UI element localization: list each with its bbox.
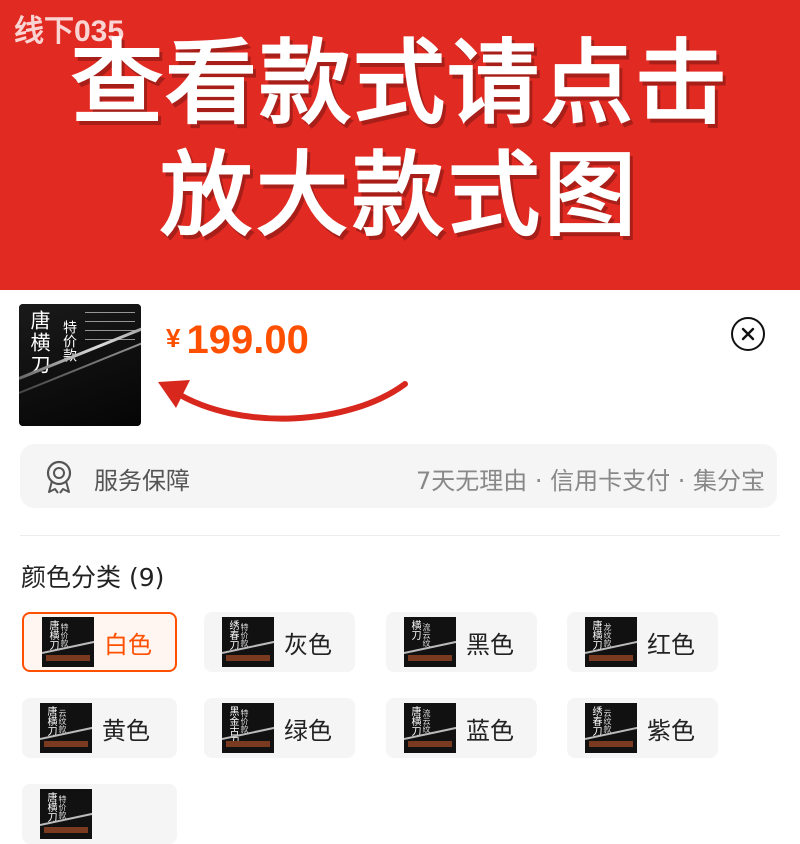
- option-thumb-subtitle: 流云纹: [422, 623, 431, 647]
- sword-image: 唐横刀 特价款: [19, 304, 141, 426]
- option-thumbnail: 黑金古刀 特价款: [222, 703, 274, 753]
- option-thumb-title: 唐横刀: [47, 620, 58, 650]
- service-label: 服务保障: [94, 467, 190, 495]
- option-thumb-title: 唐横刀: [45, 792, 56, 822]
- sword-stand: [589, 655, 633, 661]
- option-thumb-subtitle: 特价款: [240, 709, 249, 733]
- option-thumb-title: 唐横刀: [590, 620, 601, 650]
- option-thumbnail: 唐横刀 特价款: [42, 617, 94, 667]
- color-option[interactable]: 唐横刀 云纹款 黄色: [22, 698, 177, 758]
- option-thumb-subtitle: 特价款: [240, 623, 249, 647]
- color-option[interactable]: 绣春刀 特价款 灰色: [204, 612, 355, 672]
- currency-symbol: ¥: [166, 323, 181, 353]
- color-option[interactable]: 唐横刀 流云纹 蓝色: [386, 698, 537, 758]
- sword-stand: [44, 741, 88, 747]
- color-category-title: 颜色分类 (9): [21, 563, 165, 592]
- option-thumbnail: 唐横刀 龙纹款: [585, 617, 637, 667]
- option-label: 蓝色: [466, 716, 514, 745]
- option-label: 紫色: [647, 716, 695, 745]
- banner-line-2: 放大款式图: [159, 142, 640, 249]
- option-thumb-subtitle: 云纹款: [603, 709, 612, 733]
- price: ¥199.00: [166, 318, 309, 363]
- color-option[interactable]: 黑金古刀 特价款 绿色: [204, 698, 355, 758]
- option-thumb-title: 横刀: [409, 620, 420, 640]
- service-guarantee-row[interactable]: 服务保障 7天无理由 · 信用卡支付 · 集分宝: [20, 444, 777, 508]
- product-thumbnail[interactable]: 唐横刀 特价款: [19, 304, 141, 426]
- service-details: 7天无理由 · 信用卡支付 · 集分宝: [415, 467, 765, 495]
- option-label: 白色: [104, 630, 152, 659]
- option-thumb-title: 绣春刀: [590, 706, 601, 736]
- sword-stand: [226, 741, 270, 747]
- price-value: 199.00: [186, 318, 309, 362]
- option-thumb-title: 唐横刀: [45, 706, 56, 736]
- option-label: 红色: [647, 630, 695, 659]
- sword-stand: [46, 655, 90, 661]
- option-thumb-title: 绣春刀: [227, 620, 238, 650]
- option-thumbnail: 唐横刀 云纹款: [40, 703, 92, 753]
- pointer-arrow-icon: [158, 380, 408, 422]
- option-thumbnail: 绣春刀 云纹款: [585, 703, 637, 753]
- close-button[interactable]: [731, 317, 765, 351]
- sword-stand: [408, 741, 452, 747]
- option-label: 黄色: [102, 716, 150, 745]
- option-thumbnail: 唐横刀 特价款: [40, 789, 92, 839]
- sku-selector-sheet: 唐横刀 特价款 ¥199.00 服务保障 7天无理由 · 信用卡支付 · 集分宝…: [0, 290, 800, 844]
- option-thumb-subtitle: 特价款: [58, 795, 67, 819]
- divider: [20, 535, 780, 536]
- thumb-fine-print: [85, 312, 135, 342]
- option-label: 绿色: [284, 716, 332, 745]
- medal-icon: [46, 460, 72, 494]
- option-thumb-title: 唐横刀: [409, 706, 420, 736]
- option-thumbnail: 唐横刀 流云纹: [404, 703, 456, 753]
- promo-banner: 线下035 查看款式请点击 放大款式图: [0, 0, 800, 290]
- option-thumbnail: 绣春刀 特价款: [222, 617, 274, 667]
- option-label: 灰色: [284, 630, 332, 659]
- color-option[interactable]: 唐横刀 特价款 白色: [22, 612, 177, 672]
- option-thumb-subtitle: 龙纹款: [603, 623, 612, 647]
- option-label: 黑色: [466, 630, 514, 659]
- color-option[interactable]: 唐横刀 特价款: [22, 784, 177, 844]
- color-option[interactable]: 横刀 流云纹 黑色: [386, 612, 537, 672]
- sword-stand: [226, 655, 270, 661]
- option-thumb-subtitle: 云纹款: [58, 709, 67, 733]
- color-option[interactable]: 绣春刀 云纹款 紫色: [567, 698, 718, 758]
- option-thumb-subtitle: 流云纹: [422, 709, 431, 733]
- sword-stand: [408, 655, 452, 661]
- option-thumb-title: 黑金古刀: [227, 706, 238, 746]
- option-thumb-subtitle: 特价款: [60, 623, 69, 647]
- close-icon: [741, 327, 755, 341]
- color-option[interactable]: 唐横刀 龙纹款 红色: [567, 612, 718, 672]
- option-thumbnail: 横刀 流云纹: [404, 617, 456, 667]
- sword-stand: [589, 741, 633, 747]
- sword-stand: [44, 827, 88, 833]
- banner-line-1: 查看款式请点击: [70, 30, 729, 137]
